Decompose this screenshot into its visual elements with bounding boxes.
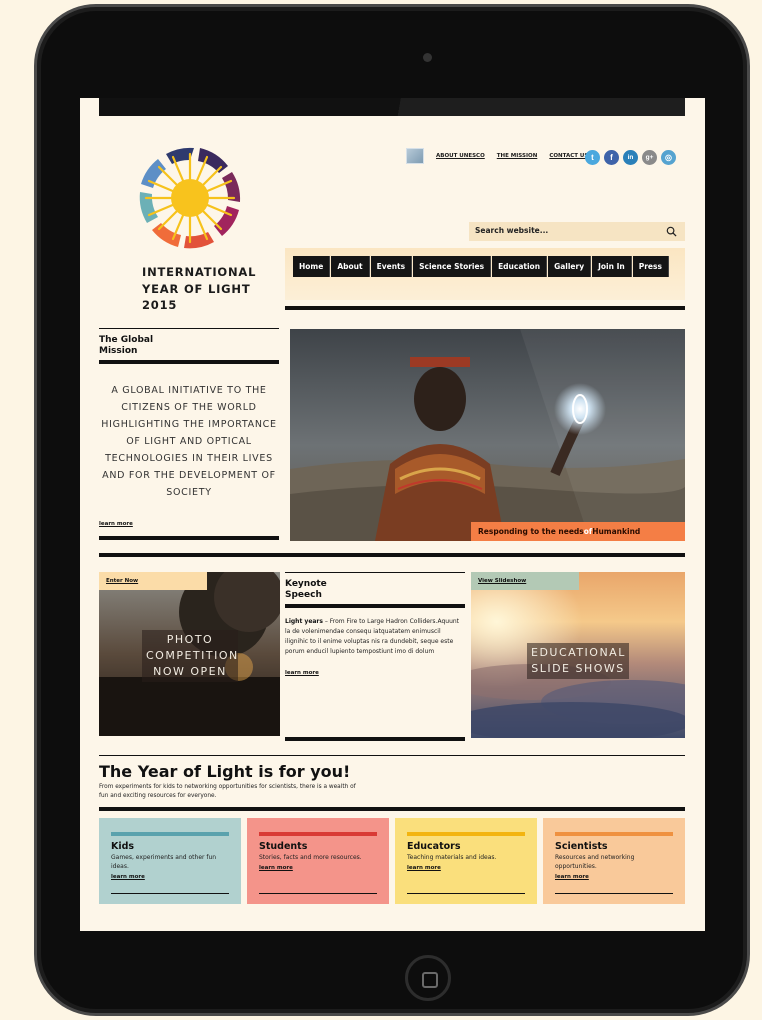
card-students[interactable]: Students Stories, facts and more resourc… [247, 818, 389, 904]
label-line: EDUCATIONAL [531, 646, 626, 659]
label-line: COMPETITION [146, 649, 239, 662]
divider [285, 572, 465, 573]
photo-competition-label: PHOTO COMPETITION NOW OPEN [142, 630, 238, 682]
home-button[interactable] [405, 955, 451, 1001]
facebook-icon[interactable]: f [604, 150, 619, 165]
nav-item-home[interactable]: Home [293, 256, 331, 277]
year-of-light-title: The Year of Light is for you! [99, 762, 351, 781]
card-kids[interactable]: Kids Games, experiments and other fun id… [99, 818, 241, 904]
section-divider [99, 553, 685, 557]
divider [111, 893, 229, 894]
hero-caption-of: of [583, 527, 593, 536]
tablet-screen: INTERNATIONAL YEAR OF LIGHT 2015 ABOUT U… [80, 98, 705, 931]
mission-learn-more-link[interactable]: learn more [99, 521, 133, 527]
nav-divider [285, 306, 685, 310]
card-desc: Resources and networking opportunities. … [555, 853, 667, 882]
card-accent-bar [259, 832, 377, 836]
divider [99, 807, 685, 811]
hero-caption-suffix: Humankind [592, 527, 641, 536]
divider [259, 893, 377, 894]
search-placeholder: Search website... [475, 226, 549, 235]
card-accent-bar [111, 832, 229, 836]
card-title: Kids [111, 841, 135, 852]
hero-caption[interactable]: Responding to the needs of Humankind [471, 522, 685, 541]
card-accent-bar [555, 832, 673, 836]
top-link-about-unesco[interactable]: ABOUT UNESCO [436, 153, 485, 159]
mission-text: A GLOBAL INITIATIVE TO THE CITIZENS OF T… [101, 385, 277, 498]
enter-now-label: Enter Now [106, 578, 139, 584]
label-line: NOW OPEN [153, 665, 227, 678]
card-learn-more-link[interactable]: learn more [407, 864, 519, 873]
divider [407, 893, 525, 894]
hero-caption-prefix: Responding to the needs [478, 527, 584, 536]
org-name-line: INTERNATIONAL [142, 265, 257, 279]
main-nav-area: Home About Events Science Stories Educat… [285, 248, 685, 300]
card-desc-text: Stories, facts and more resources. [259, 854, 362, 861]
divider [99, 755, 685, 756]
card-title: Educators [407, 841, 461, 852]
nav-item-gallery[interactable]: Gallery [548, 256, 592, 277]
keynote-body: Light years – From Fire to Large Hadron … [285, 617, 465, 657]
card-accent-bar [407, 832, 525, 836]
hero-image[interactable] [290, 329, 685, 541]
view-slideshow-tag[interactable]: View Slideshow [471, 572, 579, 590]
nav-item-join-in[interactable]: Join In [592, 256, 632, 277]
mission-title: The Global Mission [99, 335, 154, 356]
nav-item-science-stories[interactable]: Science Stories [413, 256, 492, 277]
twitter-icon[interactable]: t [585, 150, 600, 165]
org-name[interactable]: INTERNATIONAL YEAR OF LIGHT 2015 [142, 264, 256, 314]
main-nav: Home About Events Science Stories Educat… [293, 256, 669, 277]
card-title: Students [259, 841, 308, 852]
year-of-light-subtitle: From experiments for kids to networking … [99, 784, 356, 799]
instagram-icon[interactable]: ◎ [661, 150, 676, 165]
camera-dot [423, 53, 432, 62]
divider [555, 893, 673, 894]
card-desc-text: Teaching materials and ideas. [407, 854, 497, 861]
card-learn-more-link[interactable]: learn more [555, 873, 667, 882]
nav-item-events[interactable]: Events [370, 256, 413, 277]
card-scientists[interactable]: Scientists Resources and networking oppo… [543, 818, 685, 904]
divider [99, 360, 279, 364]
card-title: Scientists [555, 841, 608, 852]
iyl-logo-icon[interactable] [134, 142, 246, 254]
keynote-title-text: Keynote Speech [285, 579, 327, 600]
enter-now-tag[interactable]: Enter Now [99, 572, 207, 590]
label-line: SLIDE SHOWS [531, 662, 625, 675]
card-desc-text: Resources and networking opportunities. [555, 854, 635, 870]
educational-slideshows-label: EDUCATIONAL SLIDE SHOWS [527, 643, 629, 679]
social-links: t f in g+ ◎ [585, 150, 676, 165]
card-learn-more-link[interactable]: learn more [111, 873, 223, 882]
top-banner-strip [99, 98, 685, 116]
search-input[interactable]: Search website... [469, 222, 685, 241]
view-slideshow-label: View Slideshow [478, 578, 527, 584]
keynote-title: Keynote Speech [285, 579, 345, 601]
org-name-line: YEAR OF LIGHT [142, 281, 251, 296]
card-desc: Stories, facts and more resources. learn… [259, 853, 371, 873]
card-educators[interactable]: Educators Teaching materials and ideas. … [395, 818, 537, 904]
unesco-flag-icon[interactable] [406, 148, 424, 164]
keynote-lead: Light years [285, 618, 323, 625]
card-desc: Games, experiments and other fun ideas. … [111, 853, 223, 882]
divider [99, 536, 279, 540]
nav-item-education[interactable]: Education [492, 256, 548, 277]
googleplus-icon[interactable]: g+ [642, 150, 657, 165]
divider [285, 604, 465, 608]
card-desc: Teaching materials and ideas. learn more [407, 853, 519, 873]
divider [99, 328, 279, 329]
search-icon[interactable] [666, 226, 677, 237]
top-link-contact-us[interactable]: CONTACT US [549, 153, 588, 159]
card-learn-more-link[interactable]: learn more [259, 864, 371, 873]
top-link-the-mission[interactable]: THE MISSION [497, 153, 538, 159]
keynote-learn-more-link[interactable]: learn more [285, 670, 319, 676]
card-desc-text: Games, experiments and other fun ideas. [111, 854, 217, 870]
divider [285, 737, 465, 741]
nav-item-about[interactable]: About [331, 256, 370, 277]
org-name-line: 2015 [142, 298, 178, 312]
linkedin-icon[interactable]: in [623, 150, 638, 165]
nav-item-press[interactable]: Press [632, 256, 669, 277]
label-line: PHOTO [166, 633, 214, 646]
top-links: ABOUT UNESCO THE MISSION CONTACT US [406, 148, 588, 164]
